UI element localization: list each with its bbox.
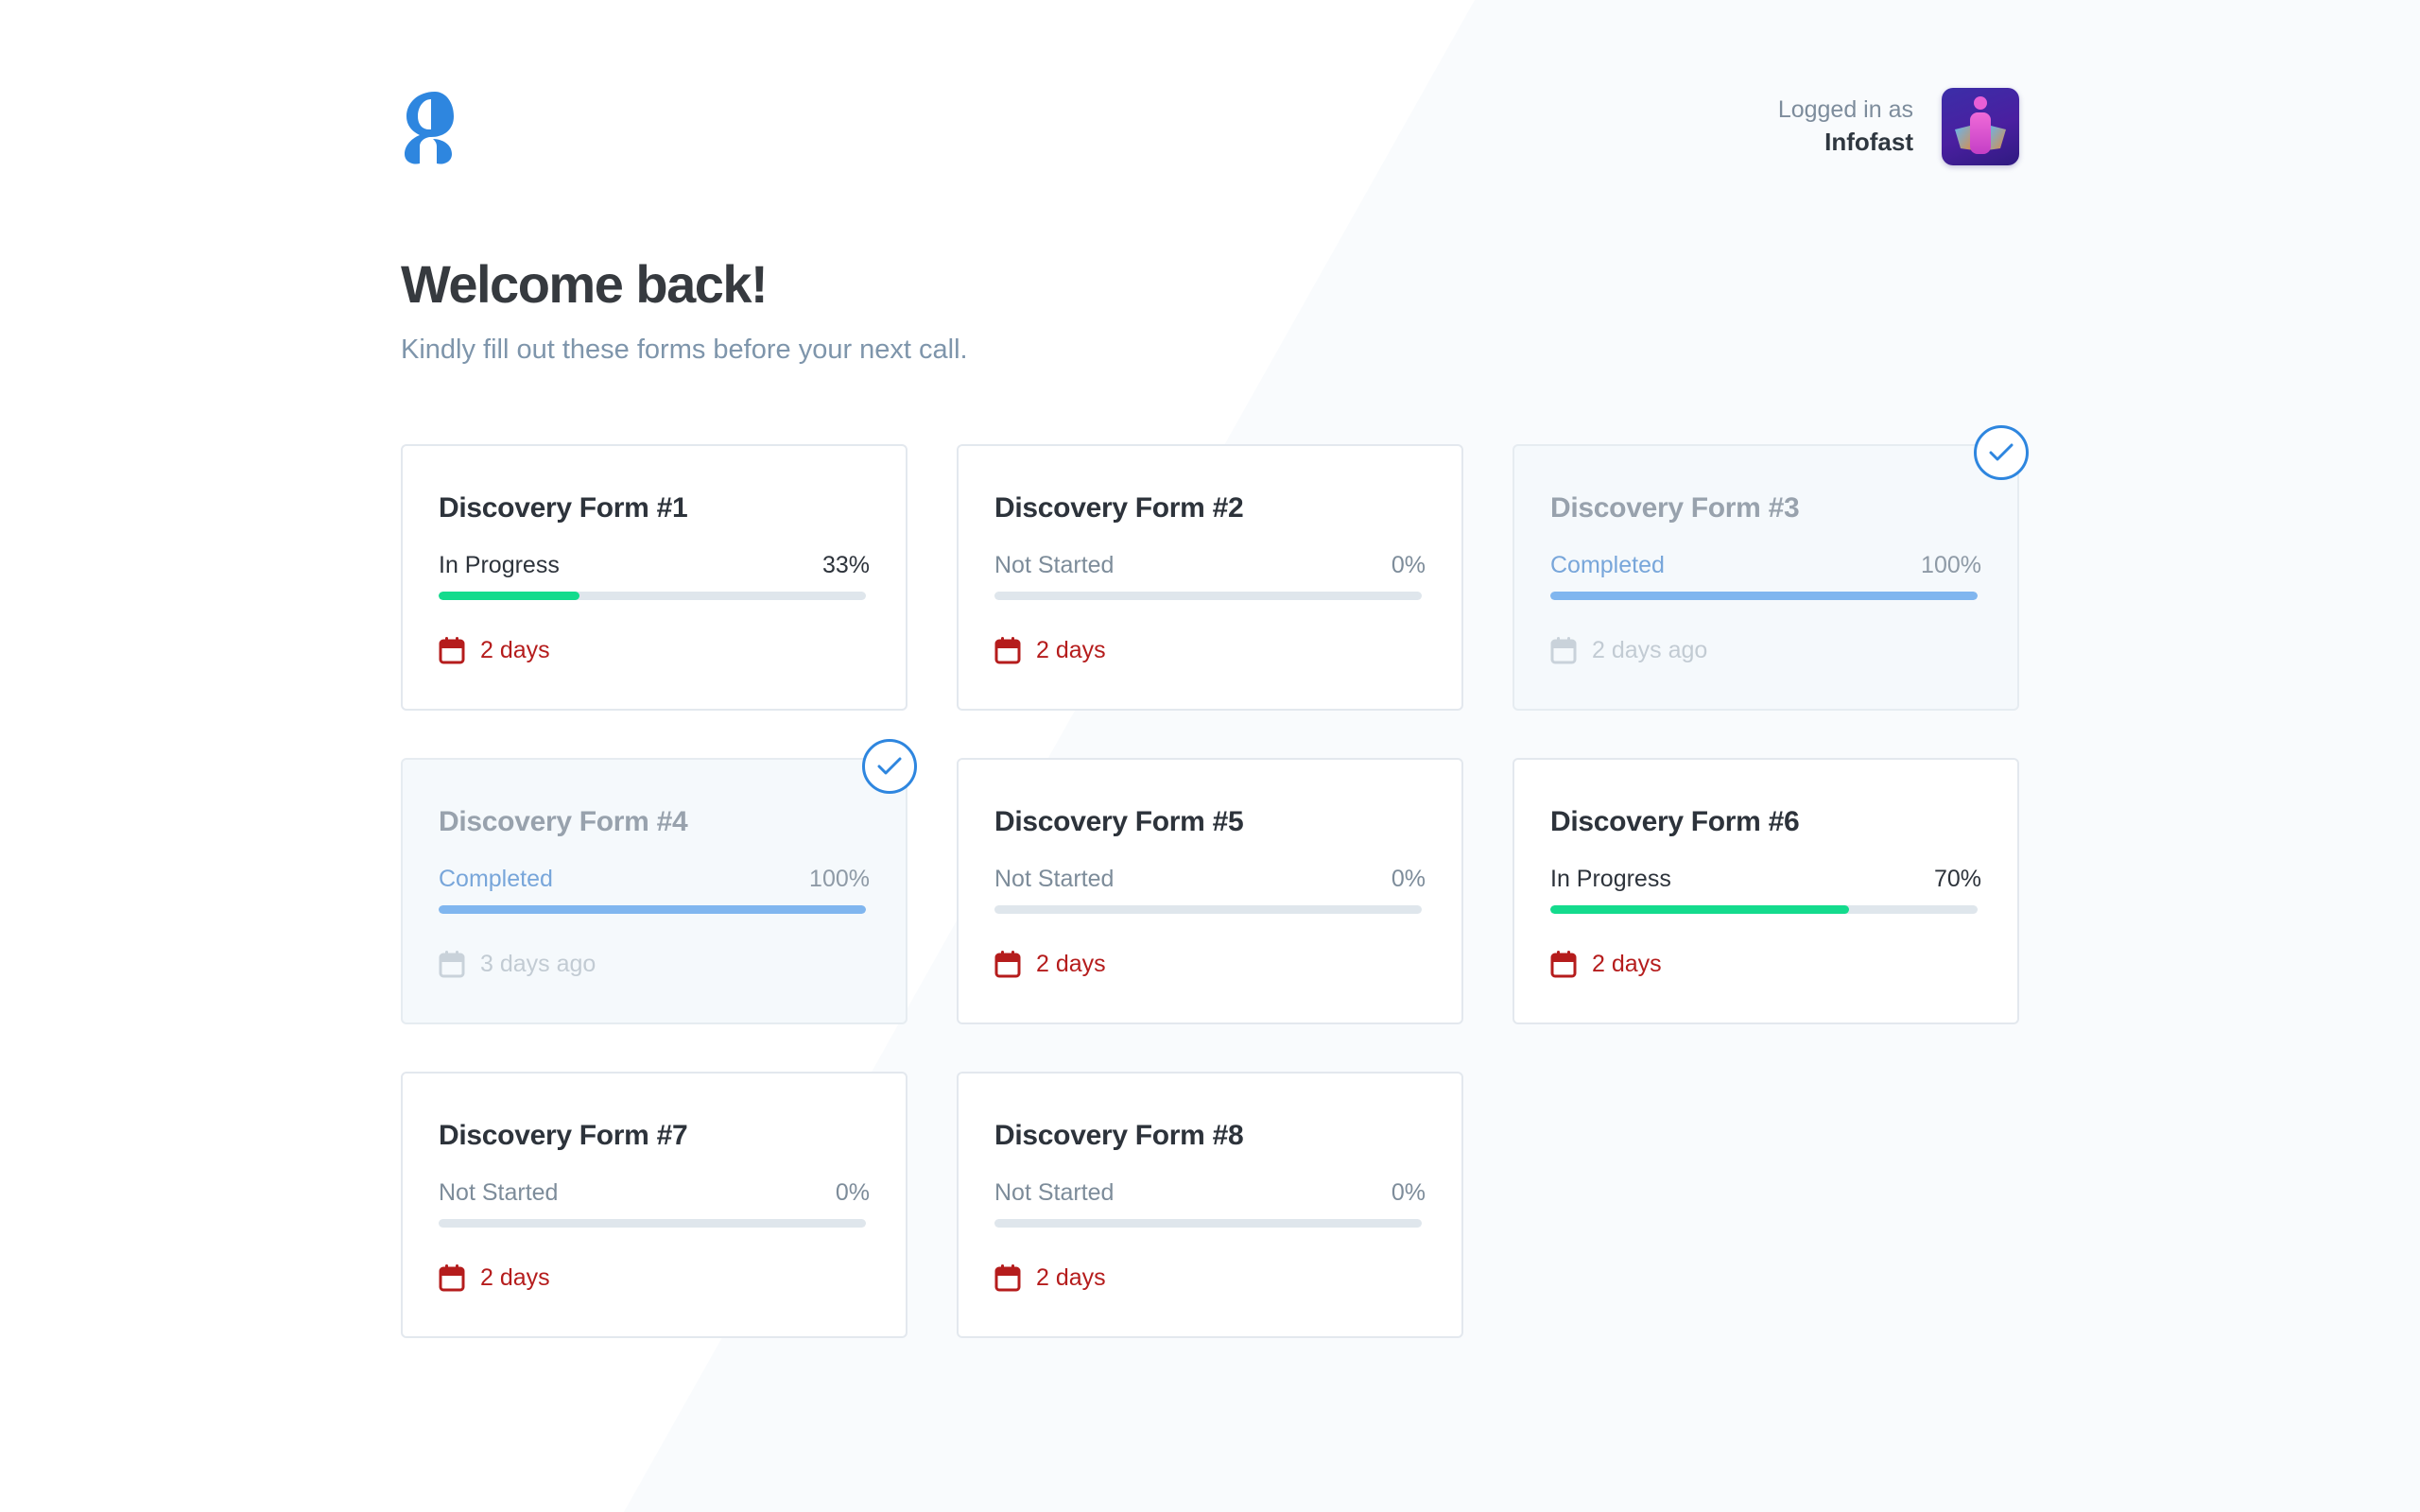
brand-logo-icon[interactable]	[401, 88, 456, 165]
progress-bar	[1550, 905, 1978, 914]
calendar-icon	[439, 950, 465, 978]
progress-percent: 100%	[809, 866, 870, 892]
due-label: 2 days	[1036, 950, 1106, 977]
progress-percent: 0%	[835, 1179, 870, 1206]
due-date: 2 days	[1550, 948, 1981, 980]
calendar-icon	[439, 1263, 465, 1292]
form-card[interactable]: Discovery Form #4 Completed 100% 3 days …	[401, 739, 917, 1024]
progress-bar	[994, 905, 1422, 914]
calendar-icon	[994, 1263, 1021, 1292]
due-label: 2 days	[1036, 1263, 1106, 1291]
progress-bar	[439, 1219, 866, 1228]
progress-percent: 0%	[1391, 552, 1426, 578]
form-card[interactable]: Discovery Form #6 In Progress 70% 2 days	[1512, 758, 2019, 1024]
calendar-icon	[439, 636, 465, 664]
page-title: Welcome back!	[401, 254, 769, 314]
status-label: Not Started	[994, 1179, 1115, 1206]
status-label: Not Started	[439, 1179, 559, 1206]
logged-in-caption: Logged in as	[1777, 95, 1913, 123]
forms-grid: Discovery Form #1 In Progress 33% 2 days…	[401, 425, 2029, 1338]
status-row: In Progress 33%	[439, 550, 870, 580]
progress-percent: 100%	[1921, 552, 1981, 578]
progress-bar	[439, 592, 866, 600]
progress-percent: 0%	[1391, 1179, 1426, 1206]
status-label: In Progress	[1550, 866, 1671, 892]
status-row: Not Started 0%	[439, 1177, 870, 1208]
form-title: Discovery Form #2	[994, 492, 1244, 524]
due-label: 2 days	[480, 1263, 550, 1291]
user-info: Logged in as Infofast	[1778, 94, 1913, 160]
form-title: Discovery Form #1	[439, 492, 688, 524]
calendar-icon	[1550, 950, 1577, 978]
due-date: 2 days	[994, 634, 1426, 666]
due-date: 2 days	[439, 634, 870, 666]
form-card[interactable]: Discovery Form #1 In Progress 33% 2 days	[401, 444, 908, 711]
due-label: 2 days	[1036, 636, 1106, 663]
status-row: Not Started 0%	[994, 1177, 1426, 1208]
progress-bar	[994, 1219, 1422, 1228]
checkmark-circle-icon	[862, 739, 917, 794]
page-subtitle: Kindly fill out these forms before your …	[401, 335, 968, 365]
progress-bar	[1550, 592, 1978, 600]
calendar-icon	[994, 636, 1021, 664]
status-label: Not Started	[994, 552, 1115, 578]
progress-fill	[1550, 905, 1850, 914]
due-label: 3 days ago	[480, 950, 596, 977]
due-date: 2 days	[994, 1262, 1426, 1294]
user-avatar[interactable]	[1942, 88, 2019, 165]
due-date: 2 days	[994, 948, 1426, 980]
page: Logged in as Infofast Welcome back! Kind…	[401, 0, 2029, 1512]
status-label: Completed	[439, 866, 553, 892]
status-row: Completed 100%	[1550, 550, 1981, 580]
progress-bar	[439, 905, 866, 914]
due-label: 2 days	[1592, 950, 1662, 977]
progress-bar	[994, 592, 1422, 600]
status-label: Completed	[1550, 552, 1665, 578]
progress-fill	[1550, 592, 1978, 600]
form-title: Discovery Form #4	[439, 806, 688, 837]
form-card[interactable]: Discovery Form #3 Completed 100% 2 days …	[1512, 425, 2029, 711]
due-date: 3 days ago	[439, 948, 870, 980]
calendar-icon	[994, 950, 1021, 978]
due-date: 2 days	[439, 1262, 870, 1294]
status-label: In Progress	[439, 552, 560, 578]
due-label: 2 days	[480, 636, 550, 663]
progress-percent: 0%	[1391, 866, 1426, 892]
status-row: In Progress 70%	[1550, 864, 1981, 894]
form-card[interactable]: Discovery Form #2 Not Started 0% 2 days	[957, 444, 1463, 711]
status-row: Not Started 0%	[994, 550, 1426, 580]
form-card[interactable]: Discovery Form #5 Not Started 0% 2 days	[957, 758, 1463, 1024]
form-title: Discovery Form #7	[439, 1120, 688, 1151]
progress-percent: 33%	[821, 552, 870, 578]
checkmark-circle-icon	[1974, 425, 2029, 480]
user-name: Infofast	[1824, 128, 1913, 157]
user-account[interactable]: Logged in as Infofast	[1778, 88, 2019, 165]
form-title: Discovery Form #8	[994, 1120, 1244, 1151]
due-label: 2 days ago	[1592, 636, 1708, 663]
form-title: Discovery Form #5	[994, 806, 1244, 837]
progress-fill	[439, 905, 866, 914]
form-card[interactable]: Discovery Form #7 Not Started 0% 2 days	[401, 1072, 908, 1338]
form-title: Discovery Form #3	[1550, 492, 1800, 524]
calendar-icon	[1550, 636, 1577, 664]
due-date: 2 days ago	[1550, 634, 1981, 666]
status-row: Not Started 0%	[994, 864, 1426, 894]
progress-fill	[439, 592, 580, 600]
form-title: Discovery Form #6	[1550, 806, 1800, 837]
status-row: Completed 100%	[439, 864, 870, 894]
form-card[interactable]: Discovery Form #8 Not Started 0% 2 days	[957, 1072, 1463, 1338]
progress-percent: 70%	[1933, 866, 1981, 892]
status-label: Not Started	[994, 866, 1115, 892]
